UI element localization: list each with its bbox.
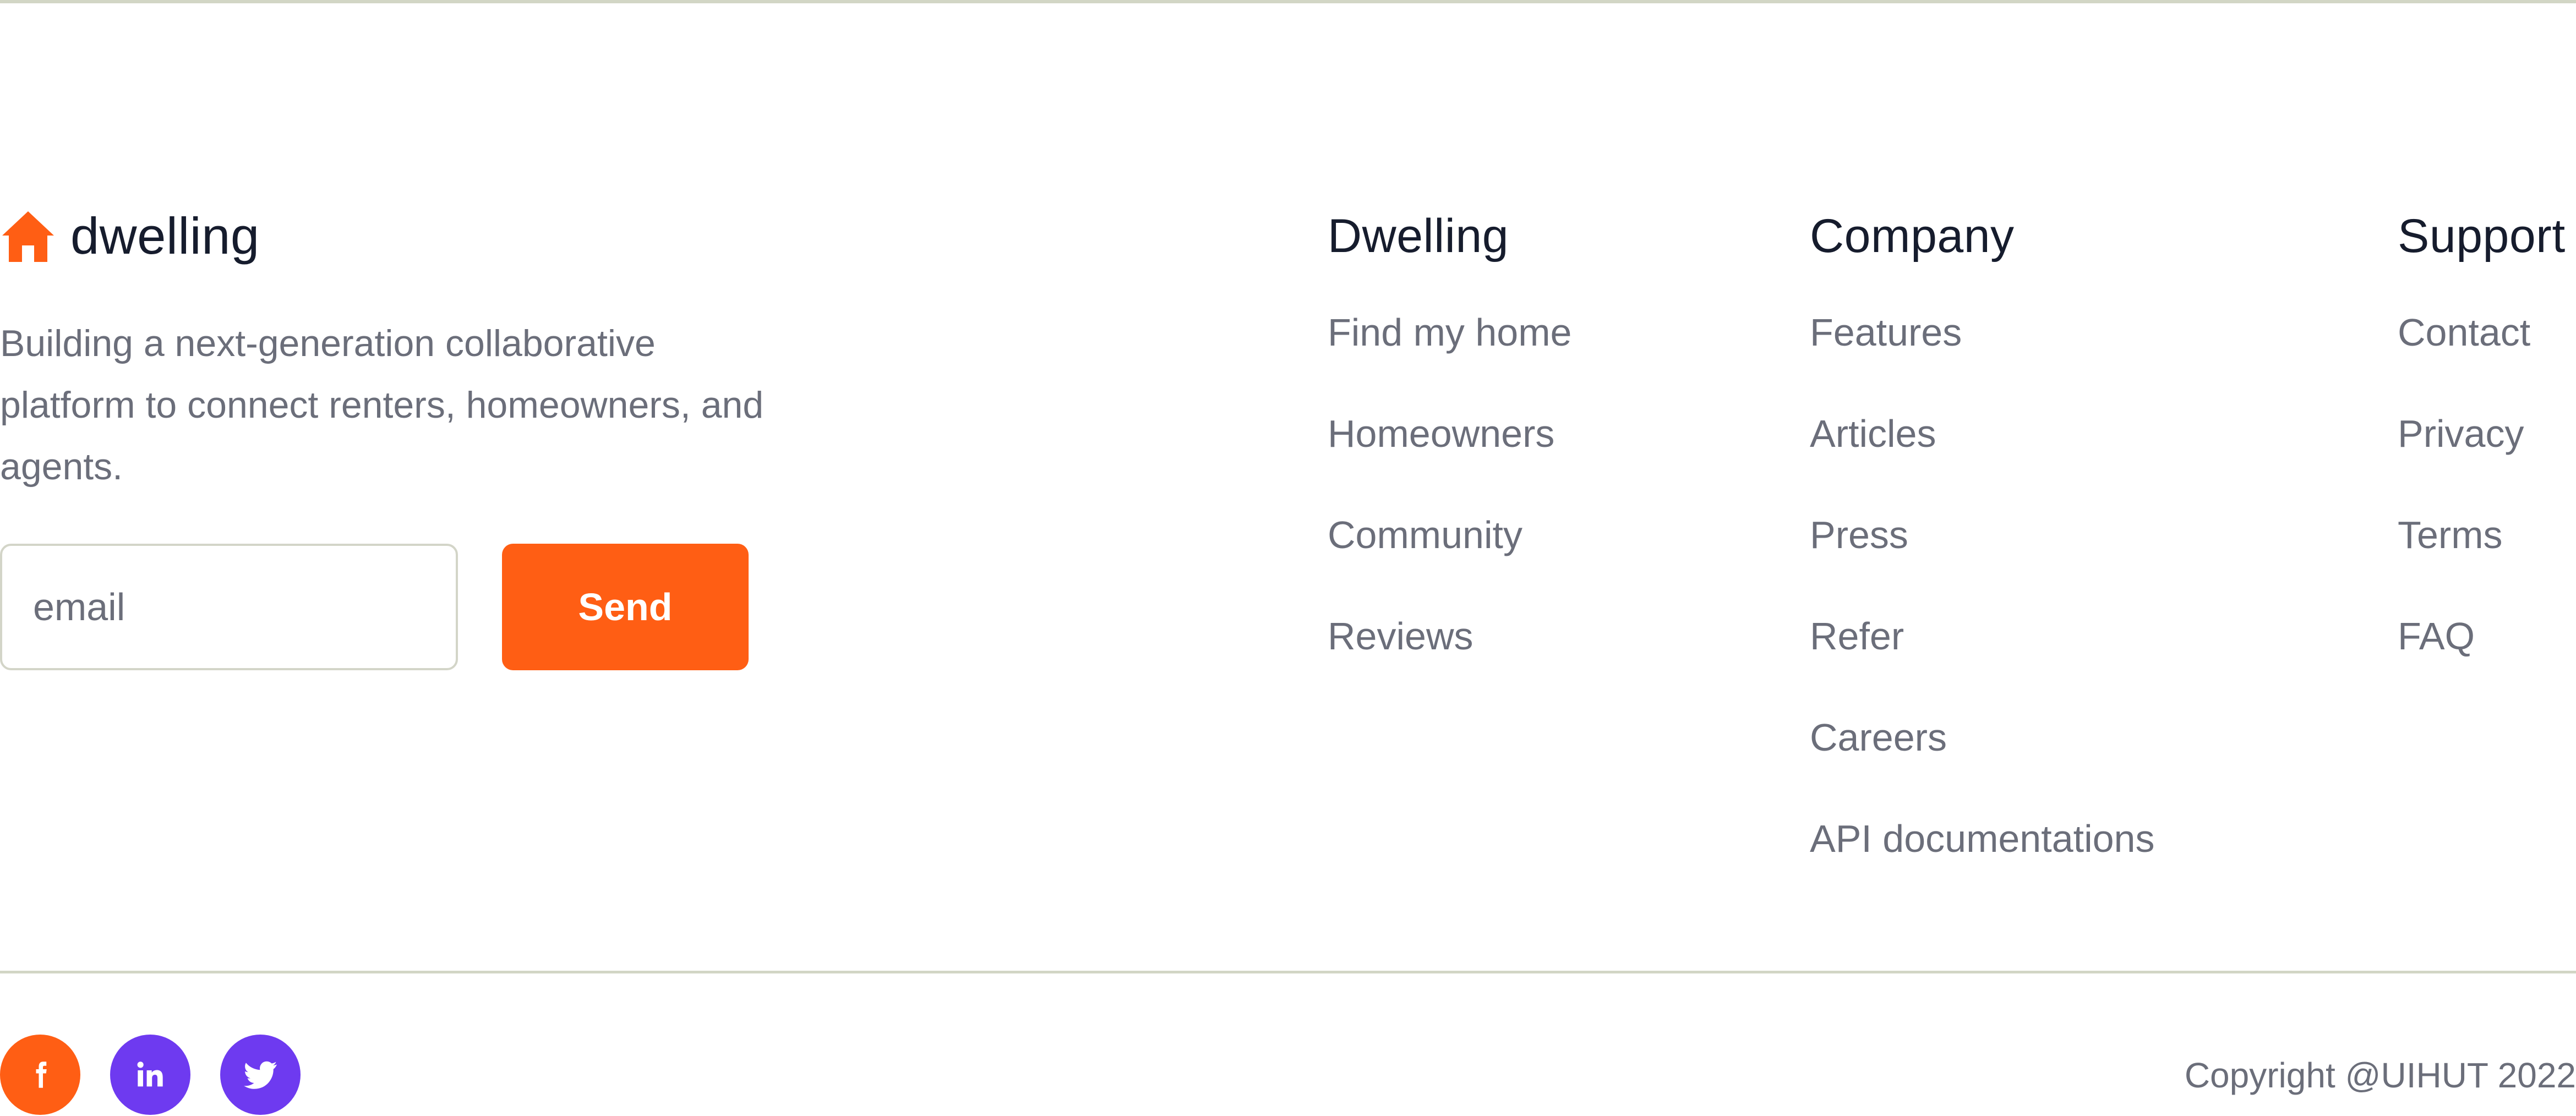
column-title: Support [2398, 210, 2566, 262]
footer-link-reviews[interactable]: Reviews [1328, 609, 1473, 664]
brand-logo[interactable]: dwelling [0, 205, 260, 267]
column-title: Dwelling [1328, 210, 1509, 262]
twitter-link[interactable] [220, 1035, 301, 1115]
footer-link-api-documentations[interactable]: API documentations [1810, 811, 2154, 866]
column-title: Company [1810, 210, 2015, 262]
send-button[interactable]: Send [502, 544, 749, 670]
footer-link-careers[interactable]: Careers [1810, 710, 1947, 765]
footer-column-dwelling: Dwelling Find my home Homeowners Communi… [1328, 205, 1571, 710]
email-field[interactable] [0, 544, 458, 670]
copyright-text: Copyright @UIHUT 2022 [2184, 1055, 2576, 1095]
footer-link-press[interactable]: Press [1810, 507, 1908, 562]
footer-link-homeowners[interactable]: Homeowners [1328, 406, 1554, 461]
footer-link-terms[interactable]: Terms [2398, 507, 2503, 562]
link-list: Features Articles Press Refer Careers AP… [1810, 305, 2154, 912]
footer-link-privacy[interactable]: Privacy [2398, 406, 2524, 461]
house-icon [0, 208, 56, 264]
twitter-icon [241, 1055, 280, 1095]
facebook-link[interactable] [0, 1035, 80, 1115]
top-divider [0, 0, 2576, 3]
brand-tagline: Building a next-generation collaborative… [0, 322, 764, 488]
footer-column-support: Support Contact Privacy Terms FAQ [2398, 205, 2566, 710]
footer-link-find-my-home[interactable]: Find my home [1328, 305, 1571, 360]
footer-link-contact[interactable]: Contact [2398, 305, 2530, 360]
footer-column-company: Company Features Articles Press Refer Ca… [1810, 205, 2154, 912]
footer-link-features[interactable]: Features [1810, 305, 1962, 360]
brand-name: dwelling [70, 207, 260, 265]
link-list: Find my home Homeowners Community Review… [1328, 305, 1571, 710]
footer-link-faq[interactable]: FAQ [2398, 609, 2475, 664]
bottom-divider [0, 971, 2576, 973]
footer-link-refer[interactable]: Refer [1810, 609, 1904, 664]
facebook-icon [24, 1058, 57, 1091]
linkedin-icon [133, 1057, 168, 1092]
link-list: Contact Privacy Terms FAQ [2398, 305, 2566, 710]
linkedin-link[interactable] [110, 1035, 190, 1115]
footer-link-community[interactable]: Community [1328, 507, 1522, 562]
social-links [0, 1035, 301, 1115]
footer-link-articles[interactable]: Articles [1810, 406, 1936, 461]
